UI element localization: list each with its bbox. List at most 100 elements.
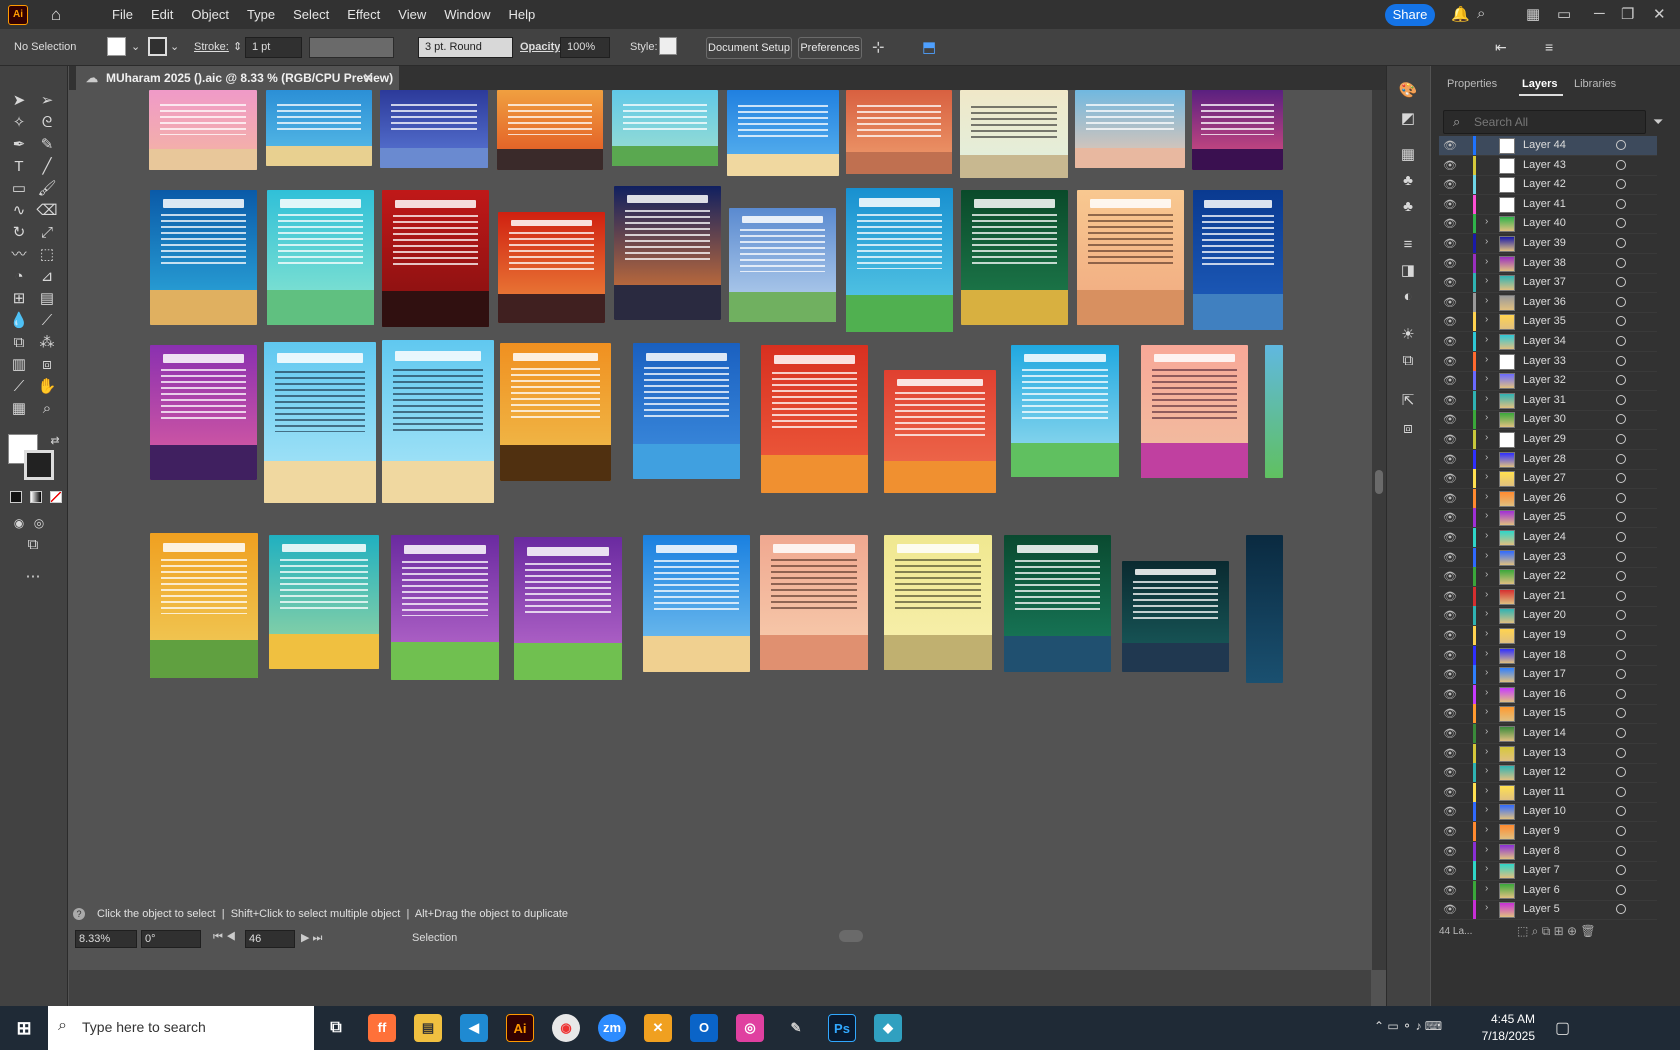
eye-icon[interactable]: 👁 (1443, 649, 1457, 662)
layer-row[interactable]: 👁 Layer 44 (1439, 136, 1657, 156)
eye-icon[interactable]: 👁 (1443, 355, 1457, 368)
task-view-icon[interactable]: ⧉ (322, 1014, 350, 1042)
layer-row[interactable]: 👁 › Layer 31 (1439, 390, 1657, 411)
expand-chevron-icon[interactable]: › (1485, 471, 1488, 482)
expand-chevron-icon[interactable]: › (1485, 902, 1488, 913)
artboard-thumbnail[interactable] (729, 208, 836, 322)
artboard-number-field[interactable]: 46 (245, 930, 295, 948)
eye-icon[interactable]: 👁 (1443, 531, 1457, 544)
target-icon[interactable] (1616, 434, 1626, 444)
bell-icon[interactable]: 🔔 (1451, 5, 1470, 23)
artboard-thumbnail[interactable] (149, 90, 257, 170)
target-icon[interactable] (1616, 826, 1626, 836)
curvature-tool-icon[interactable]: ✎ (36, 134, 58, 156)
menu-select[interactable]: Select (284, 0, 338, 29)
swatches-panel-icon[interactable]: ▦ (1397, 144, 1419, 166)
recolor-icon[interactable]: ⬒ (922, 37, 936, 58)
eye-icon[interactable]: 👁 (1443, 629, 1457, 642)
close-tab-icon[interactable]: ✕ (363, 66, 373, 90)
mesh-tool-icon[interactable]: ⊞ (8, 288, 30, 310)
notifications-icon[interactable]: ▢ (1555, 1018, 1570, 1038)
expand-chevron-icon[interactable]: › (1485, 432, 1488, 443)
artboard-thumbnail[interactable] (269, 535, 379, 669)
gradient-mode-icon[interactable] (30, 491, 42, 503)
target-icon[interactable] (1616, 845, 1626, 856)
color-panel-icon[interactable]: 🎨 (1397, 80, 1419, 102)
graphic-styles-icon[interactable]: ☀ (1397, 324, 1419, 346)
document-tab[interactable]: ☁ MUharam 2025 ().aic @ 8.33 % (RGB/CPU … (76, 66, 399, 90)
target-icon[interactable] (1616, 473, 1626, 484)
pen-tool-icon[interactable]: ✒ (8, 134, 30, 156)
target-icon[interactable] (1616, 296, 1626, 307)
layer-row[interactable]: 👁 › Layer 35 (1439, 312, 1657, 333)
expand-chevron-icon[interactable]: › (1485, 236, 1488, 247)
target-icon[interactable] (1616, 708, 1626, 719)
expand-chevron-icon[interactable]: › (1485, 589, 1488, 600)
artboard-nav-next-icon[interactable]: ▶ ⏭ (301, 931, 322, 945)
expand-chevron-icon[interactable]: › (1485, 804, 1488, 815)
layer-row[interactable]: 👁 › Layer 27 (1439, 469, 1657, 490)
artboard-nav-prev-icon[interactable]: ⏮ ◀ (213, 931, 236, 944)
expand-chevron-icon[interactable]: › (1485, 256, 1488, 267)
eye-icon[interactable]: 👁 (1443, 335, 1457, 348)
menu-object[interactable]: Object (182, 0, 238, 29)
artboard-thumbnail[interactable] (267, 190, 374, 325)
menu-file[interactable]: File (103, 0, 142, 29)
artboard-thumbnail[interactable] (382, 190, 489, 327)
eye-icon[interactable]: 👁 (1443, 845, 1457, 858)
expand-chevron-icon[interactable]: › (1485, 275, 1488, 286)
target-icon[interactable] (1616, 453, 1626, 464)
layer-row[interactable]: 👁 › Layer 24 (1439, 528, 1657, 548)
expand-chevron-icon[interactable]: › (1485, 667, 1488, 678)
blend-tool-icon[interactable]: ⧉ (8, 332, 30, 354)
eye-icon[interactable]: 👁 (1443, 747, 1457, 760)
transform-panel-icon[interactable]: ⧉ (1397, 350, 1419, 372)
layer-row[interactable]: 👁 › Layer 13 (1439, 743, 1657, 764)
screen-mode-icon[interactable]: ⧉ (22, 534, 44, 556)
target-icon[interactable] (1616, 355, 1626, 366)
layer-row[interactable]: 👁 › Layer 39 (1439, 234, 1657, 254)
expand-chevron-icon[interactable]: › (1485, 785, 1488, 796)
home-icon[interactable]: ⌂ (45, 5, 67, 25)
artboard-thumbnail[interactable] (1193, 190, 1283, 330)
target-icon[interactable] (1616, 767, 1626, 778)
target-icon[interactable] (1616, 414, 1626, 425)
hand-tool-icon[interactable]: ✋ (36, 376, 58, 398)
layer-row[interactable]: 👁 › Layer 29 (1439, 430, 1657, 450)
artboard-thumbnail[interactable] (1077, 190, 1184, 325)
expand-chevron-icon[interactable]: › (1485, 412, 1488, 423)
arrange-icon[interactable]: ▦ (1526, 5, 1540, 23)
layer-search-input[interactable]: Search All (1443, 110, 1646, 134)
layer-row[interactable]: 👁 › Layer 40 (1439, 214, 1657, 235)
artboard-thumbnail[interactable] (266, 90, 372, 166)
eye-icon[interactable]: 👁 (1443, 688, 1457, 701)
search-icon[interactable]: ⌕ (1477, 5, 1485, 22)
scale-tool-icon[interactable]: ⤢ (36, 222, 58, 244)
layer-row[interactable]: 👁 › Layer 19 (1439, 626, 1657, 646)
artboard-thumbnail[interactable] (380, 90, 488, 168)
illustrator-icon[interactable]: Ai (506, 1014, 534, 1042)
target-icon[interactable] (1616, 532, 1626, 542)
type-tool-icon[interactable]: T (8, 156, 30, 178)
expand-chevron-icon[interactable]: › (1485, 628, 1488, 639)
eye-icon[interactable]: 👁 (1443, 903, 1457, 916)
shaper-tool-icon[interactable]: ∿ (8, 200, 30, 222)
xampp-icon[interactable]: ✕ (644, 1014, 672, 1042)
symbol-sprayer-icon[interactable]: ⁂ (36, 332, 58, 354)
artboard-thumbnail[interactable] (1192, 90, 1283, 170)
layer-row[interactable]: 👁 › Layer 23 (1439, 547, 1657, 568)
artboard-thumbnail[interactable] (1011, 345, 1119, 477)
slice-tool-icon[interactable]: ⟋ (8, 376, 30, 398)
menu-help[interactable]: Help (499, 0, 544, 29)
appearance-panel-icon[interactable]: ◐ (1397, 286, 1419, 308)
target-icon[interactable] (1616, 277, 1626, 288)
expand-chevron-icon[interactable]: › (1485, 863, 1488, 874)
eye-icon[interactable]: 👁 (1443, 766, 1457, 779)
eye-icon[interactable]: 👁 (1443, 159, 1457, 172)
target-icon[interactable] (1616, 512, 1626, 523)
layer-row[interactable]: 👁 › Layer 38 (1439, 253, 1657, 274)
artboard-thumbnail[interactable] (264, 342, 376, 503)
artboard-thumbnail[interactable] (614, 186, 721, 320)
artboard-thumbnail[interactable] (1246, 535, 1283, 683)
gradient-panel-icon[interactable]: ◩ (1397, 108, 1419, 130)
